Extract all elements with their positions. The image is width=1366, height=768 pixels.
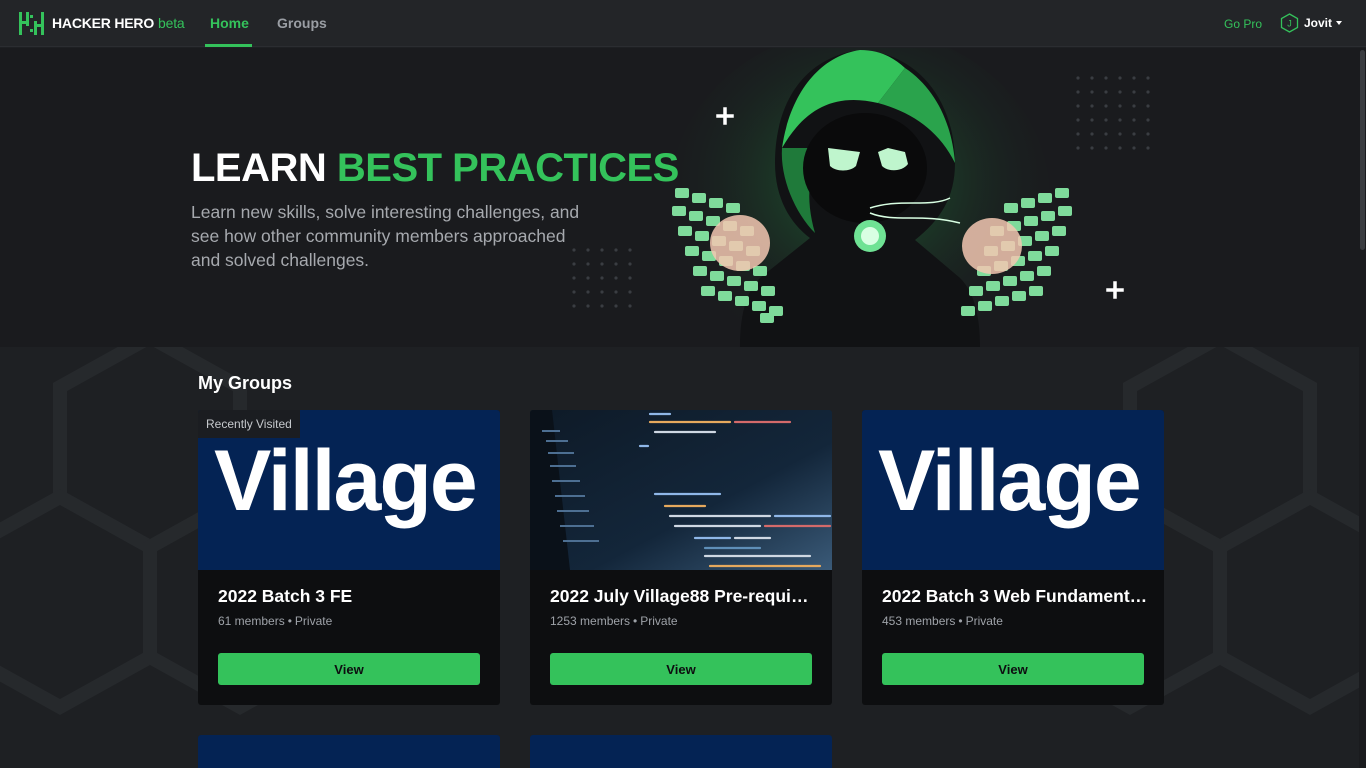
meta-separator: • bbox=[287, 614, 292, 628]
group-member-count: 61 members bbox=[218, 614, 285, 628]
view-group-button[interactable]: View bbox=[218, 653, 480, 685]
hero-title-part1: LEARN bbox=[191, 146, 337, 190]
my-groups-heading: My Groups bbox=[198, 373, 293, 393]
group-member-count: 453 members bbox=[882, 614, 956, 628]
chevron-down-icon bbox=[1336, 21, 1343, 25]
brand-beta-label: beta bbox=[158, 15, 185, 31]
meta-separator: • bbox=[633, 614, 638, 628]
hacker-hero-logo-icon[interactable] bbox=[19, 12, 44, 35]
recently-visited-badge: Recently Visited bbox=[198, 410, 300, 438]
brand-name[interactable]: HACKER HERO beta bbox=[52, 15, 185, 31]
group-card-meta: 61 members • Private bbox=[218, 614, 332, 628]
group-card-title: 2022 Batch 3 Web Fundamentals bbox=[882, 586, 1148, 606]
view-group-button[interactable]: View bbox=[550, 653, 812, 685]
group-privacy: Private bbox=[640, 614, 678, 628]
group-privacy: Private bbox=[294, 614, 333, 628]
hero-title: LEARN BEST PRACTICES bbox=[191, 146, 679, 191]
group-card-partial[interactable] bbox=[530, 735, 832, 768]
go-pro-link[interactable]: Go Pro bbox=[1224, 17, 1262, 31]
group-card[interactable]: Village 2022 Batch 3 Web Fundamentals 45… bbox=[862, 410, 1164, 705]
village-logo-text: Village bbox=[878, 433, 1142, 529]
group-card[interactable]: Village Recently Visited 2022 Batch 3 FE… bbox=[198, 410, 500, 705]
group-card-meta: 453 members • Private bbox=[882, 614, 1003, 628]
top-navbar: HACKER HERO beta Home Groups Go Pro J Jov… bbox=[0, 0, 1366, 47]
group-card[interactable]: 2022 July Village88 Pre-requisite 1253 m… bbox=[530, 410, 832, 705]
brand-title: HACKER HERO bbox=[52, 15, 155, 31]
group-member-count: 1253 members bbox=[550, 614, 631, 628]
user-avatar-hexagon-icon: J bbox=[1280, 13, 1299, 33]
active-tab-indicator bbox=[205, 44, 252, 47]
group-card-image-code-screen bbox=[530, 410, 832, 570]
group-card-partial[interactable] bbox=[198, 735, 500, 768]
group-card-image-village: Village bbox=[862, 410, 1164, 570]
group-card-meta: 1253 members • Private bbox=[550, 614, 678, 628]
group-card-title: 2022 Batch 3 FE bbox=[218, 586, 353, 606]
tab-home[interactable]: Home bbox=[210, 15, 249, 31]
page-scrollbar-thumb[interactable] bbox=[1360, 50, 1365, 250]
user-initial: J bbox=[1287, 19, 1292, 29]
village-logo-text: Village bbox=[214, 433, 478, 529]
tab-groups[interactable]: Groups bbox=[277, 15, 327, 31]
group-privacy: Private bbox=[965, 614, 1003, 628]
group-card-title: 2022 July Village88 Pre-requisite bbox=[550, 586, 816, 606]
user-menu-dropdown[interactable]: J Jovit bbox=[1280, 13, 1343, 33]
hero-title-highlight: BEST PRACTICES bbox=[336, 146, 679, 190]
user-name: Jovit bbox=[1304, 16, 1333, 30]
view-group-button[interactable]: View bbox=[882, 653, 1144, 685]
meta-separator: • bbox=[958, 614, 963, 628]
hacker-hooded-illustration bbox=[572, 48, 1150, 347]
group-card-image-village: Village Recently Visited bbox=[198, 410, 500, 570]
hero-subtitle: Learn new skills, solve interesting chal… bbox=[191, 202, 580, 270]
hero-banner: LEARN BEST PRACTICES Learn new skills, s… bbox=[0, 48, 1366, 347]
